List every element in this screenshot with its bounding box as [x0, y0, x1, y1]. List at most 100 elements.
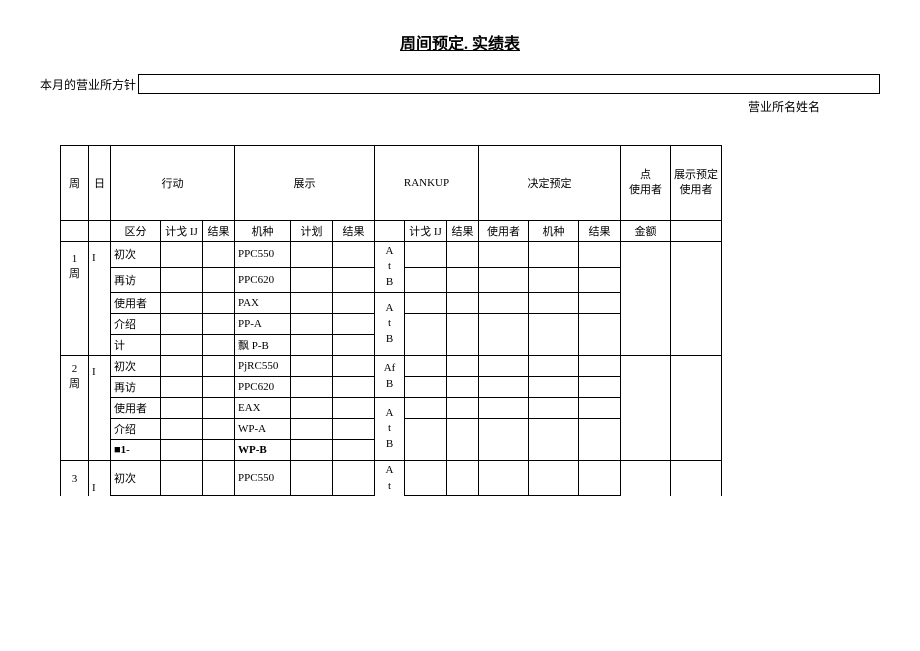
cell[interactable] [621, 356, 671, 461]
cell[interactable] [291, 419, 333, 440]
cell[interactable] [333, 356, 375, 377]
cell[interactable] [529, 242, 579, 268]
cell[interactable] [203, 267, 235, 293]
cell[interactable] [333, 267, 375, 293]
cell[interactable] [333, 440, 375, 461]
cell[interactable] [447, 461, 479, 496]
cell[interactable] [447, 356, 479, 377]
cell[interactable] [333, 419, 375, 440]
cell[interactable] [291, 440, 333, 461]
cell[interactable] [161, 293, 203, 314]
cell[interactable] [203, 242, 235, 268]
cell[interactable] [203, 356, 235, 377]
cell[interactable] [203, 440, 235, 461]
model-cell: PPC620 [235, 267, 291, 293]
cell[interactable] [479, 242, 529, 268]
cell[interactable] [621, 242, 671, 356]
cell[interactable] [161, 440, 203, 461]
cell[interactable] [579, 314, 621, 356]
cell[interactable] [529, 419, 579, 461]
cell[interactable] [405, 242, 447, 268]
cell[interactable] [291, 377, 333, 398]
cell[interactable] [291, 242, 333, 268]
cell[interactable] [405, 461, 447, 496]
cell[interactable] [203, 461, 235, 496]
cell[interactable] [479, 356, 529, 377]
cell[interactable] [621, 461, 671, 496]
cell[interactable] [671, 356, 722, 461]
cell[interactable] [291, 314, 333, 335]
cell[interactable] [579, 242, 621, 268]
model-cell: EAX [235, 398, 291, 419]
cell[interactable] [291, 398, 333, 419]
cell[interactable] [405, 419, 447, 461]
cell[interactable] [447, 293, 479, 314]
cell[interactable] [529, 356, 579, 377]
cell[interactable] [579, 267, 621, 293]
cell[interactable] [579, 419, 621, 461]
cell[interactable] [161, 461, 203, 496]
cell[interactable] [579, 377, 621, 398]
cell[interactable] [447, 398, 479, 419]
cell[interactable] [447, 419, 479, 461]
cell[interactable] [291, 335, 333, 356]
cell[interactable] [203, 335, 235, 356]
cell[interactable] [203, 419, 235, 440]
cell[interactable] [333, 398, 375, 419]
cell[interactable] [447, 267, 479, 293]
cell[interactable] [405, 314, 447, 356]
cell[interactable] [161, 377, 203, 398]
cell[interactable] [405, 356, 447, 377]
cell[interactable] [161, 267, 203, 293]
cell[interactable] [529, 398, 579, 419]
cell[interactable] [405, 377, 447, 398]
cell[interactable] [333, 293, 375, 314]
cell[interactable] [579, 461, 621, 496]
cell[interactable] [447, 314, 479, 356]
cell[interactable] [447, 377, 479, 398]
cell[interactable] [161, 314, 203, 335]
cell[interactable] [333, 461, 375, 496]
cell[interactable] [161, 398, 203, 419]
cell[interactable] [579, 356, 621, 377]
cell[interactable] [671, 242, 722, 356]
cell[interactable] [479, 314, 529, 356]
cell[interactable] [161, 419, 203, 440]
cell[interactable] [203, 314, 235, 335]
cell[interactable] [479, 419, 529, 461]
cell[interactable] [479, 267, 529, 293]
cell[interactable] [479, 377, 529, 398]
cell[interactable] [161, 356, 203, 377]
cell[interactable] [529, 461, 579, 496]
cell[interactable] [479, 461, 529, 496]
cell[interactable] [447, 242, 479, 268]
cell[interactable] [333, 335, 375, 356]
cell[interactable] [203, 398, 235, 419]
cell[interactable] [161, 242, 203, 268]
cell[interactable] [291, 356, 333, 377]
week-num: 1周 [61, 242, 89, 293]
cell[interactable] [529, 267, 579, 293]
cell[interactable] [405, 293, 447, 314]
policy-input-box[interactable] [138, 74, 880, 94]
cell[interactable] [333, 242, 375, 268]
cell[interactable] [671, 461, 722, 496]
hdr-model: 机种 [235, 221, 291, 242]
cell[interactable] [291, 461, 333, 496]
cell[interactable] [291, 293, 333, 314]
cell[interactable] [405, 267, 447, 293]
cell[interactable] [405, 398, 447, 419]
cell[interactable] [161, 335, 203, 356]
cell[interactable] [333, 377, 375, 398]
cell[interactable] [479, 293, 529, 314]
cell[interactable] [203, 377, 235, 398]
cell[interactable] [529, 377, 579, 398]
cell[interactable] [579, 398, 621, 419]
cell[interactable] [203, 293, 235, 314]
cell[interactable] [529, 293, 579, 314]
cell[interactable] [333, 314, 375, 335]
cell[interactable] [479, 398, 529, 419]
cell[interactable] [579, 293, 621, 314]
cell[interactable] [291, 267, 333, 293]
cell[interactable] [529, 314, 579, 356]
